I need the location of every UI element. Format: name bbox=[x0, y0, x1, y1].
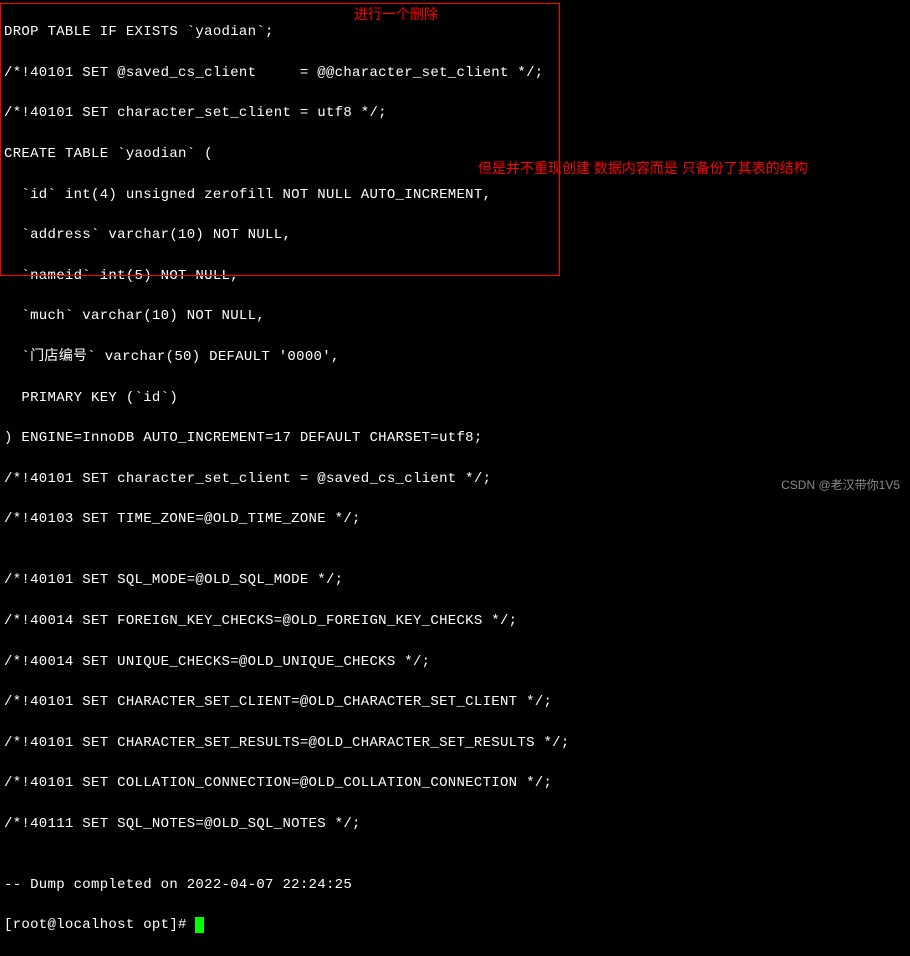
sql-line: /*!40101 SET COLLATION_CONNECTION=@OLD_C… bbox=[4, 773, 906, 793]
sql-line: /*!40014 SET UNIQUE_CHECKS=@OLD_UNIQUE_C… bbox=[4, 652, 906, 672]
annotation-delete: 进行一个删除 bbox=[354, 4, 438, 24]
sql-line: `address` varchar(10) NOT NULL, bbox=[4, 225, 906, 245]
sql-line: /*!40101 SET CHARACTER_SET_RESULTS=@OLD_… bbox=[4, 733, 906, 753]
sql-line: ) ENGINE=InnoDB AUTO_INCREMENT=17 DEFAUL… bbox=[4, 428, 906, 448]
sql-line: /*!40101 SET character_set_client = utf8… bbox=[4, 103, 906, 123]
terminal-output: DROP TABLE IF EXISTS `yaodian`; /*!40101… bbox=[4, 2, 906, 956]
watermark-text: CSDN @老汉带你1V5 bbox=[781, 477, 900, 494]
sql-line: PRIMARY KEY (`id`) bbox=[4, 388, 906, 408]
annotation-structure-only: 但是并不重现创建 数据内容而是 只备份了其表的结构 bbox=[478, 158, 808, 178]
sql-line: /*!40101 SET @saved_cs_client = @@charac… bbox=[4, 63, 906, 83]
sql-line: /*!40103 SET TIME_ZONE=@OLD_TIME_ZONE */… bbox=[4, 509, 906, 529]
sql-line: /*!40111 SET SQL_NOTES=@OLD_SQL_NOTES */… bbox=[4, 814, 906, 834]
sql-line: /*!40101 SET character_set_client = @sav… bbox=[4, 469, 906, 489]
sql-line: `much` varchar(10) NOT NULL, bbox=[4, 306, 906, 326]
sql-line: /*!40101 SET CHARACTER_SET_CLIENT=@OLD_C… bbox=[4, 692, 906, 712]
shell-prompt: [root@localhost opt]# bbox=[4, 917, 195, 933]
sql-line: /*!40101 SET SQL_MODE=@OLD_SQL_MODE */; bbox=[4, 570, 906, 590]
sql-line: /*!40014 SET FOREIGN_KEY_CHECKS=@OLD_FOR… bbox=[4, 611, 906, 631]
sql-line: `nameid` int(5) NOT NULL, bbox=[4, 266, 906, 286]
shell-prompt-line[interactable]: [root@localhost opt]# bbox=[4, 915, 906, 935]
sql-line: `id` int(4) unsigned zerofill NOT NULL A… bbox=[4, 185, 906, 205]
cursor-icon bbox=[195, 917, 204, 933]
sql-line: `门店编号` varchar(50) DEFAULT '0000', bbox=[4, 347, 906, 367]
sql-line: -- Dump completed on 2022-04-07 22:24:25 bbox=[4, 875, 906, 895]
sql-line: DROP TABLE IF EXISTS `yaodian`; bbox=[4, 22, 906, 42]
